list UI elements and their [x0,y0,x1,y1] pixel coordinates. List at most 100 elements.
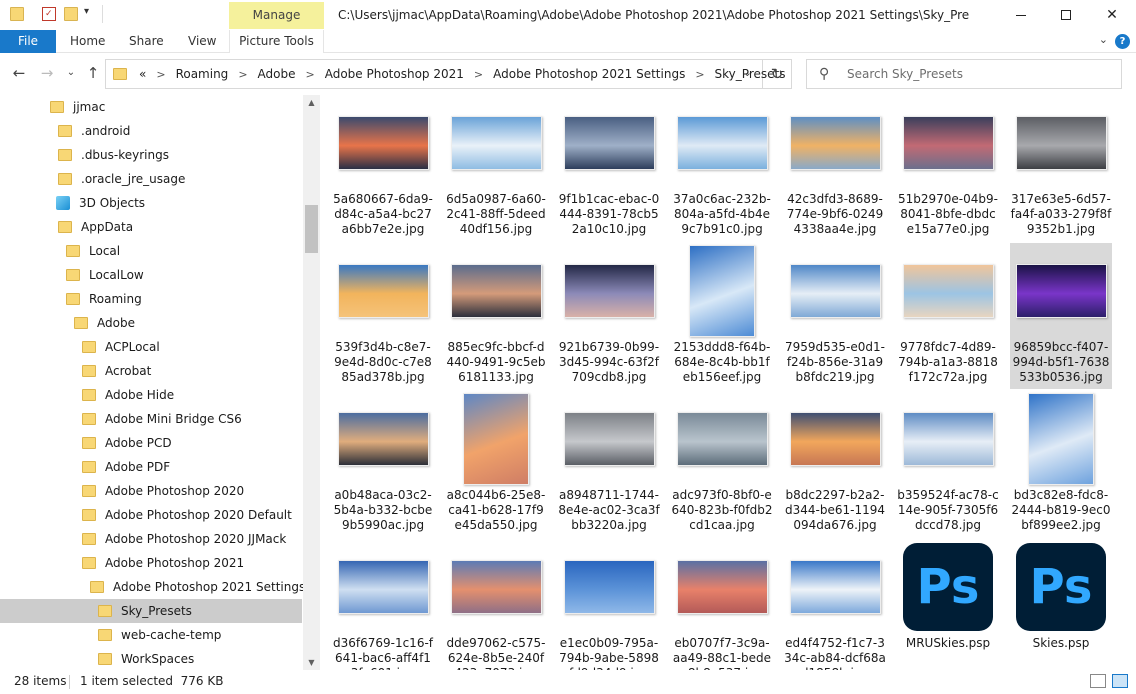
tree-item-label: Adobe Photoshop 2021 [105,556,245,570]
search-input[interactable]: ⚲ Search Sky_Presets [806,59,1122,89]
tree-item-workspaces[interactable]: WorkSpaces [0,647,302,670]
file-item[interactable]: 317e63e5-6d57-fa4f-a033-279f8f9352b1.jpg [1010,95,1112,241]
address-bar[interactable]: « > Roaming > Adobe > Adobe Photoshop 20… [105,59,785,89]
maximize-icon[interactable] [1043,0,1089,30]
thumbnail-container [784,95,886,191]
tree-item-appdata[interactable]: AppData [0,215,302,239]
close-icon[interactable]: ✕ [1089,0,1135,30]
breadcrumb-adobe-photoshop-2021[interactable]: Adobe Photoshop 2021 [325,67,464,81]
file-name: b359524f-ac78-c14e-905f-7305f6dccd78.jpg [897,488,999,532]
tree-item-label: AppData [81,220,134,234]
file-item[interactable]: eb0707f7-3c9a-aa49-88c1-bedee8b8a537.jpg [671,539,773,685]
file-item[interactable]: ed4f4752-f1c7-334c-ab84-dcf68ad1858b.jpg [784,539,886,685]
tree-item-oracle-jre-usage[interactable]: .oracle_jre_usage [0,167,302,191]
tree-item-jjmac[interactable]: jjmac [0,95,302,119]
tree-item-adobe-photoshop-2020[interactable]: Adobe Photoshop 2020 [0,479,302,503]
folder-icon [66,245,80,257]
file-item[interactable]: 2153ddd8-f64b-684e-8c4b-bb1feb156eef.jpg [671,243,773,389]
file-item[interactable]: 7959d535-e0d1-f24b-856e-31a9b8fdc219.jpg [784,243,886,389]
details-view-icon[interactable] [1090,674,1106,688]
breadcrumb-adobe-photoshop-2021-settings[interactable]: Adobe Photoshop 2021 Settings [493,67,685,81]
file-item[interactable]: adc973f0-8bf0-e640-823b-f0fdb2cd1caa.jpg [671,391,773,537]
file-item[interactable]: b8dc2297-b2a2-d344-be61-1194094da676.jpg [784,391,886,537]
file-item[interactable]: 885ec9fc-bbcf-d440-9491-9c5eb6181133.jpg [445,243,547,389]
file-item[interactable]: 539f3d4b-c8e7-9e4d-8d0c-c7e885ad378b.jpg [332,243,434,389]
refresh-icon[interactable]: ↻ [763,59,792,89]
divider [69,675,70,689]
tab-share[interactable]: Share [129,30,164,53]
file-item[interactable]: 5a680667-6da9-d84c-a5a4-bc27a6bb7e2e.jpg [332,95,434,241]
tree-item-sky-presets[interactable]: Sky_Presets [0,599,302,623]
tree-item-adobe-photoshop-2021[interactable]: Adobe Photoshop 2021 [0,551,302,575]
tree-item-android[interactable]: .android [0,119,302,143]
file-item[interactable]: Ps Skies.psp [1010,539,1112,685]
recent-locations-chevron-icon[interactable]: ⌄ [62,64,80,82]
tab-manage[interactable]: Manage [229,2,324,29]
tree-item-adobe-hide[interactable]: Adobe Hide [0,383,302,407]
breadcrumb-separator-icon[interactable]: > [474,68,483,81]
customize-toolbar-icon[interactable]: ▾ [84,6,89,17]
file-item[interactable]: bd3c82e8-fdc8-2444-b819-9ec0bf899ee2.jpg [1010,391,1112,537]
image-thumbnail [902,116,994,170]
expand-ribbon-icon[interactable]: ⌄ [1099,33,1108,46]
tree-item-adobe-pcd[interactable]: Adobe PCD [0,431,302,455]
scrollbar-thumb[interactable] [305,205,318,253]
file-item[interactable]: d36f6769-1c16-f641-bac6-aff4f13fa601.jpg [332,539,434,685]
scroll-down-icon[interactable]: ▼ [303,658,320,667]
back-arrow-icon[interactable]: ← [10,64,28,82]
file-item[interactable]: 6d5a0987-6a60-2c41-88ff-5deed40df156.jpg [445,95,547,241]
file-item[interactable]: a0b48aca-03c2-5b4a-b332-bcbe9b5990ac.jpg [332,391,434,537]
scroll-up-icon[interactable]: ▲ [303,98,320,107]
file-item[interactable]: e1ec0b09-795a-794b-9abe-5898fd9d34d9.jpg [558,539,660,685]
tab-home[interactable]: Home [70,30,105,53]
tree-item-acplocal[interactable]: ACPLocal [0,335,302,359]
file-name: 5a680667-6da9-d84c-a5a4-bc27a6bb7e2e.jpg [333,192,433,236]
breadcrumb-separator-icon[interactable]: > [238,68,247,81]
file-item[interactable]: a8c044b6-25e8-ca41-b628-17f9e45da550.jpg [445,391,547,537]
new-folder-icon[interactable] [64,7,78,21]
minimize-icon[interactable] [998,0,1044,30]
file-item[interactable]: a8948711-1744-8e4e-ac02-3ca3fbb3220a.jpg [558,391,660,537]
properties-icon[interactable]: ✓ [42,7,56,21]
file-item[interactable]: 42c3dfd3-8689-774e-9bf6-02494338aa4e.jpg [784,95,886,241]
tab-file[interactable]: File [0,30,56,53]
tab-picture-tools[interactable]: Picture Tools [229,30,324,53]
breadcrumb-separator-icon[interactable]: > [695,68,704,81]
tab-view[interactable]: View [188,30,216,53]
tree-item-roaming[interactable]: Roaming [0,287,302,311]
breadcrumb-adobe[interactable]: Adobe [258,67,296,81]
tree-item-dbus-keyrings[interactable]: .dbus-keyrings [0,143,302,167]
file-item[interactable]: Ps MRUSkies.psp [897,539,999,685]
file-item[interactable]: 51b2970e-04b9-8041-8bfe-dbdce15a77e0.jpg [897,95,999,241]
tree-item-adobe-mini-bridge-cs6[interactable]: Adobe Mini Bridge CS6 [0,407,302,431]
breadcrumb-separator-icon[interactable]: > [156,68,165,81]
breadcrumb-roaming[interactable]: Roaming [176,67,229,81]
file-item[interactable]: 37a0c6ac-232b-804a-a5fd-4b4e9c7b91c0.jpg [671,95,773,241]
help-icon[interactable]: ? [1115,34,1130,49]
tree-item-local[interactable]: Local [0,239,302,263]
forward-arrow-icon[interactable]: → [38,64,56,82]
tree-item-3d-objects[interactable]: 3D Objects [0,191,302,215]
file-item[interactable]: 9778fdc7-4d89-794b-a1a3-8818f172c72a.jpg [897,243,999,389]
file-item[interactable]: b359524f-ac78-c14e-905f-7305f6dccd78.jpg [897,391,999,537]
tree-item-adobe-pdf[interactable]: Adobe PDF [0,455,302,479]
tree-item-acrobat[interactable]: Acrobat [0,359,302,383]
tree-item-adobe[interactable]: Adobe [0,311,302,335]
file-item[interactable]: 9f1b1cac-ebac-0444-8391-78cb52a10c10.jpg [558,95,660,241]
tree-item-adobe-photoshop-2020-default[interactable]: Adobe Photoshop 2020 Default [0,503,302,527]
tree-item-locallow[interactable]: LocalLow [0,263,302,287]
address-dropdown-chevron-icon[interactable]: ⌄ [743,66,752,79]
large-icons-view-icon[interactable] [1112,674,1128,688]
navigation-pane-scrollbar[interactable]: ▲ ▼ [303,95,320,670]
tree-item-web-cache-temp[interactable]: web-cache-temp [0,623,302,647]
image-thumbnail [337,264,429,318]
breadcrumb-separator-icon[interactable]: > [306,68,315,81]
file-item[interactable]: dde97062-c575-624e-8b5e-240f423a7073.jpg [445,539,547,685]
tree-item-adobe-photoshop-2020-jjmack[interactable]: Adobe Photoshop 2020 JJMack [0,527,302,551]
file-item[interactable]: 921b6739-0b99-3d45-994c-63f2f709cdb8.jpg [558,243,660,389]
up-arrow-icon[interactable]: ↑ [84,64,102,82]
thumbnail-container [558,95,660,191]
breadcrumb-overflow[interactable]: « [139,67,146,81]
file-item[interactable]: 96859bcc-f407-994d-b5f1-7638533b0536.jpg [1010,243,1112,389]
tree-item-adobe-photoshop-2021-settings[interactable]: Adobe Photoshop 2021 Settings [0,575,305,599]
